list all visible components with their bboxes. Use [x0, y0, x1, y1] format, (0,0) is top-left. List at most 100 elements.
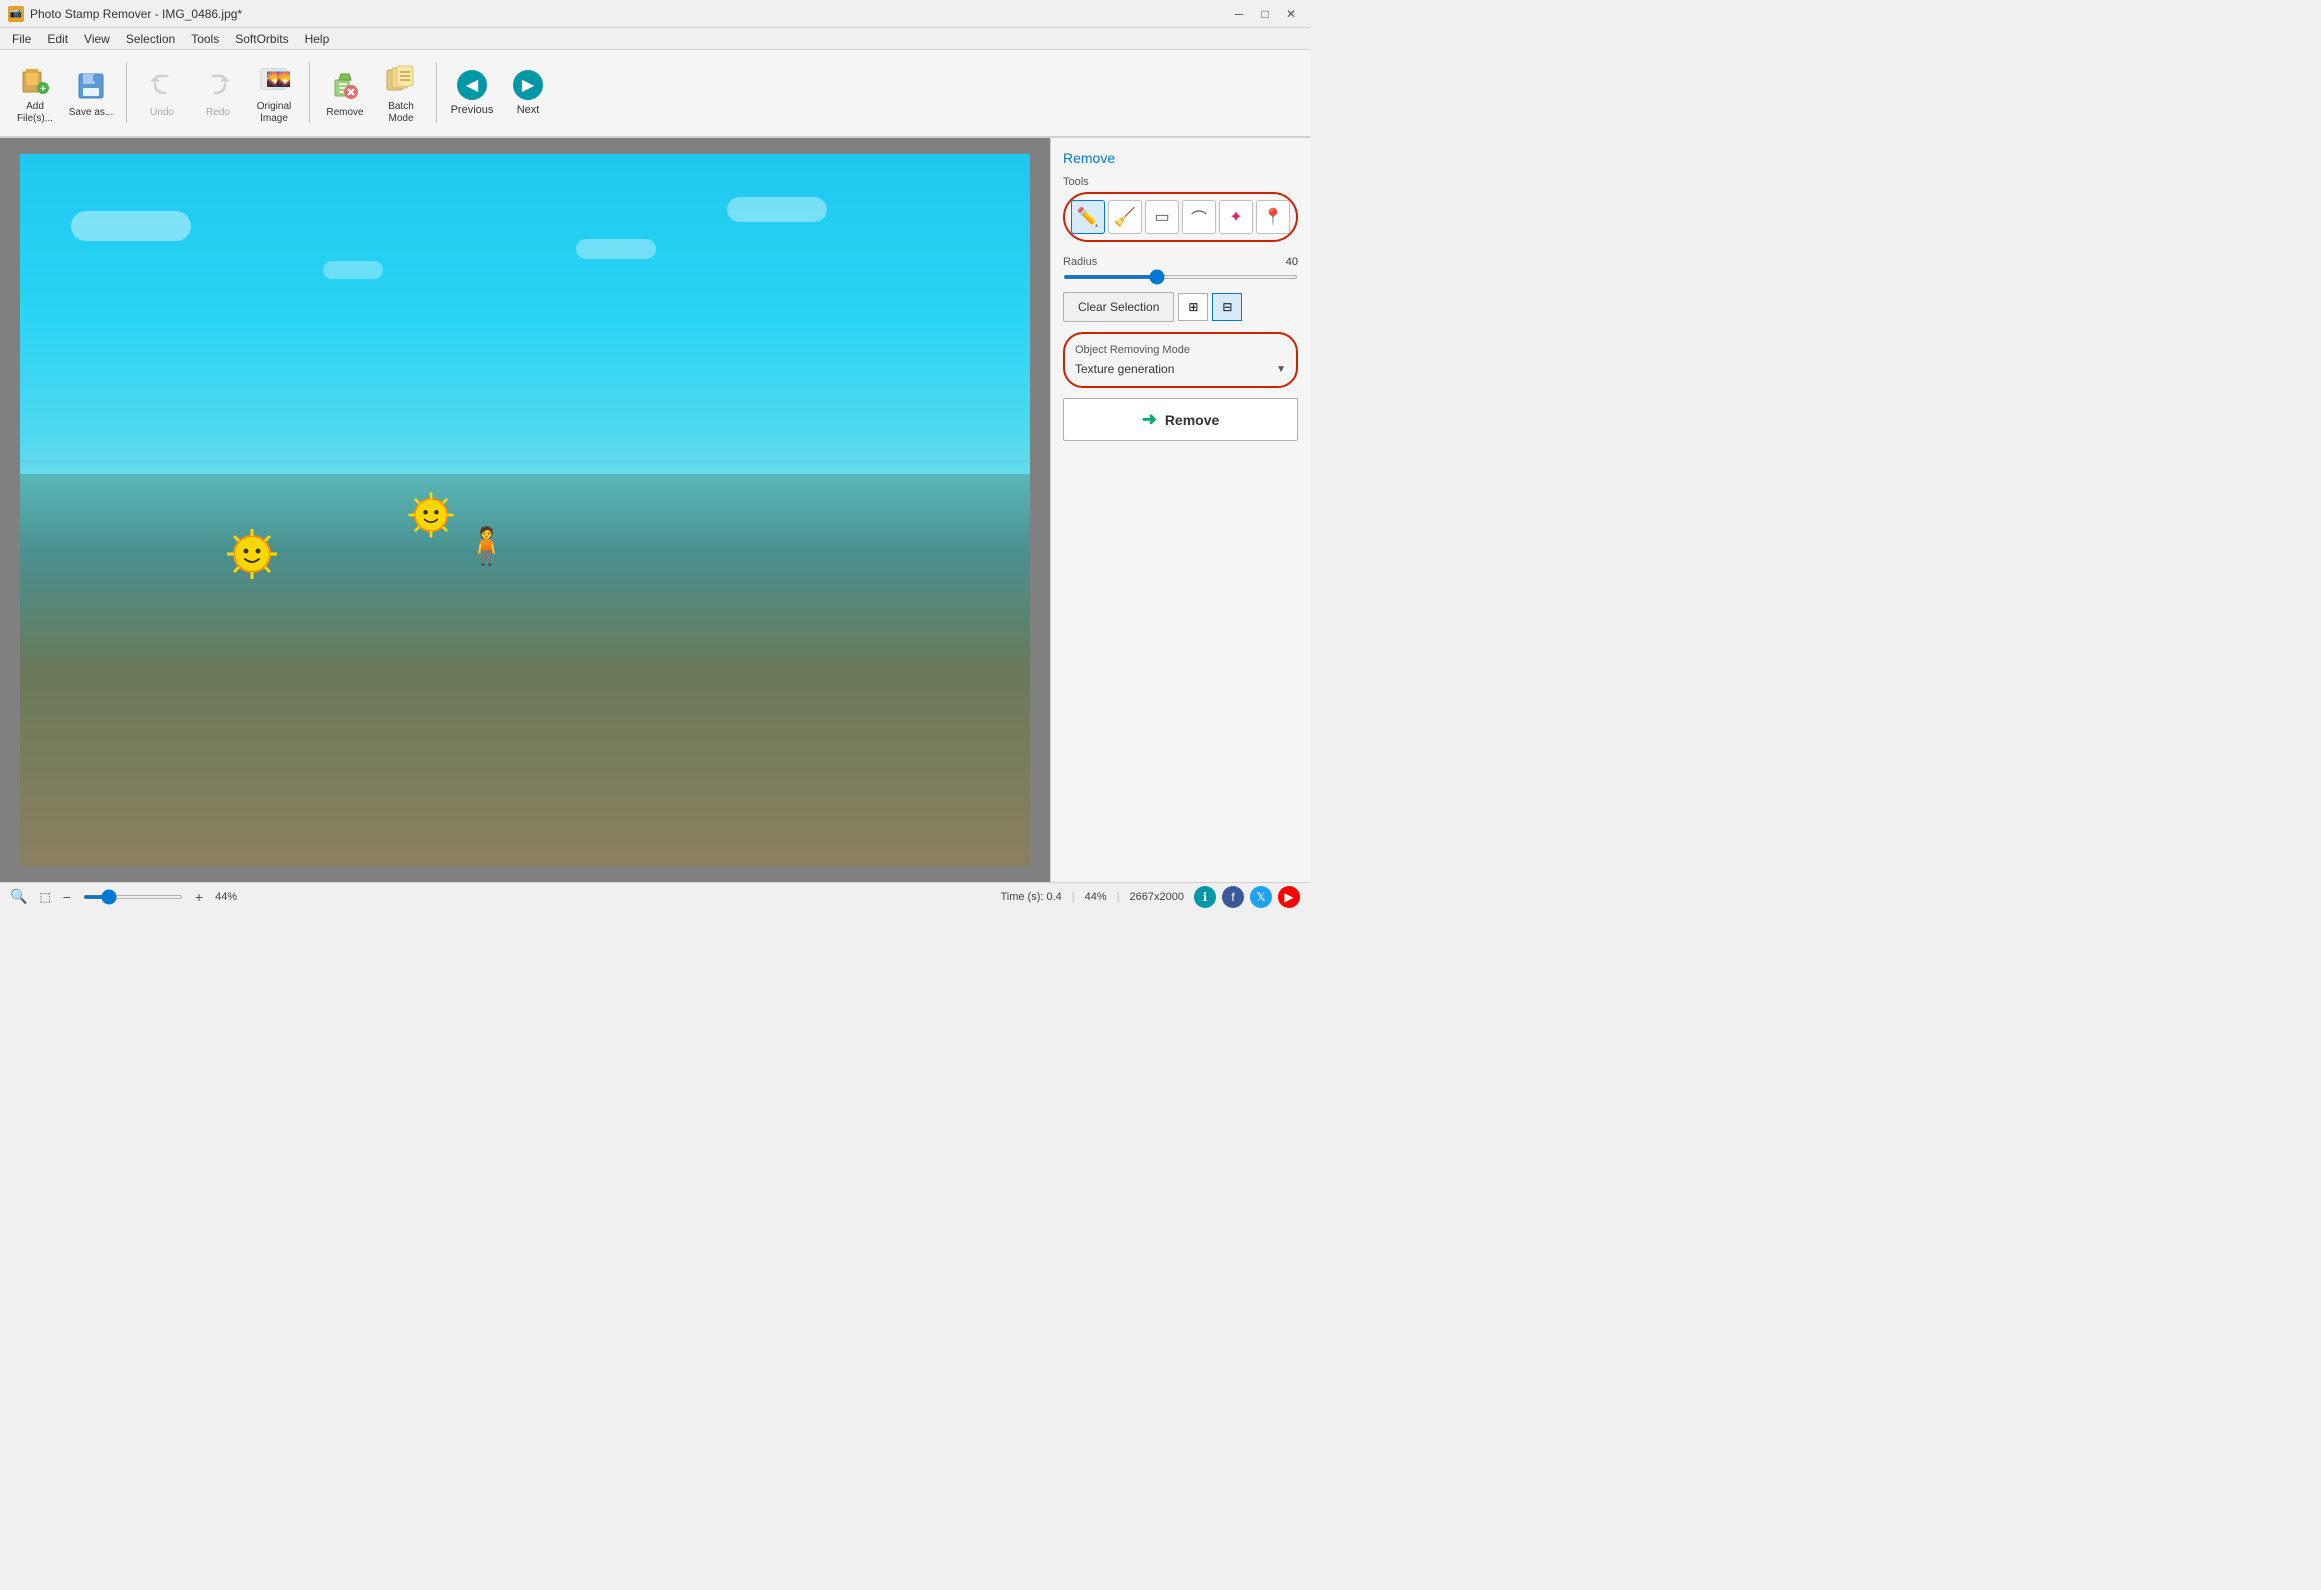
clear-selection-button[interactable]: Clear Selection — [1063, 292, 1174, 322]
save-icon — [73, 68, 109, 104]
menu-file[interactable]: File — [4, 30, 39, 48]
select-shrink-button[interactable]: ⊟ — [1212, 293, 1242, 321]
zoom-slider[interactable] — [83, 895, 183, 899]
redo-icon — [200, 68, 236, 104]
cloud-1 — [71, 211, 191, 241]
panel-title: Remove — [1063, 150, 1298, 166]
original-image-button[interactable]: 🌄 🌄 Original Image — [247, 55, 301, 131]
original-image-icon: 🌄 🌄 — [256, 62, 292, 98]
next-icon: ▶ — [513, 70, 543, 100]
water — [20, 474, 1030, 866]
menu-help[interactable]: Help — [297, 30, 338, 48]
previous-label: Previous — [451, 104, 494, 116]
dimensions-status: 2667x2000 — [1130, 891, 1184, 903]
select-expand-icon: ⊞ — [1188, 300, 1198, 314]
batch-mode-label: Batch Mode — [378, 101, 424, 125]
zoom-minus-button[interactable]: − — [63, 889, 71, 905]
mode-dropdown-arrow[interactable]: ▼ — [1276, 364, 1286, 375]
remove-toolbar-button[interactable]: Remove — [318, 55, 372, 131]
radius-label: Radius — [1063, 256, 1097, 268]
radius-row: Radius 40 — [1063, 256, 1298, 268]
mode-value: Texture generation — [1075, 362, 1272, 376]
previous-button[interactable]: ◀ Previous — [445, 55, 499, 131]
svg-text:+: + — [40, 84, 46, 95]
cloud-3 — [727, 197, 827, 222]
menubar: File Edit View Selection Tools SoftOrbit… — [0, 28, 1310, 50]
magic-wand-tool-button[interactable]: ✦ — [1219, 200, 1253, 234]
pencil-tool-button[interactable]: ✏️ — [1071, 200, 1105, 234]
maximize-button[interactable]: □ — [1254, 5, 1276, 23]
eraser-tool-button[interactable]: 🧹 — [1108, 200, 1142, 234]
remove-button[interactable]: ➜ Remove — [1063, 398, 1298, 441]
canvas-area[interactable]: 🧍 — [0, 138, 1050, 882]
remove-title: Remove — [1063, 150, 1115, 166]
stamp-icon: 📍 — [1263, 207, 1283, 227]
menu-selection[interactable]: Selection — [118, 30, 183, 48]
zoom-plus-button[interactable]: + — [195, 889, 203, 905]
radius-slider[interactable] — [1063, 275, 1298, 279]
lasso-tool-button[interactable]: ⌒ — [1182, 200, 1216, 234]
social-icons: ℹ f 𝕏 ▶ — [1194, 886, 1300, 908]
zoom-status: 44% — [1085, 891, 1107, 903]
rect-select-icon: ▭ — [1154, 207, 1169, 227]
magic-wand-icon: ✦ — [1229, 207, 1242, 227]
statusbar: 🔍 ⬚ − + 44% Time (s): 0.4 | 44% | 2667x2… — [0, 882, 1310, 910]
toolbar-separator-2 — [309, 63, 310, 123]
tools-row: ✏️ 🧹 ▭ ⌒ ✦ 📍 — [1063, 192, 1298, 242]
batch-mode-button[interactable]: Batch Mode — [374, 55, 428, 131]
menu-softorbits[interactable]: SoftOrbits — [227, 30, 296, 48]
menu-tools[interactable]: Tools — [183, 30, 227, 48]
twitter-icon[interactable]: 𝕏 — [1250, 886, 1272, 908]
original-image-label: Original Image — [251, 101, 297, 125]
add-files-icon: + — [17, 62, 53, 98]
cloud-2 — [576, 239, 656, 259]
radius-section: Radius 40 — [1063, 252, 1298, 282]
redo-label: Redo — [206, 107, 230, 119]
selection-tools-row: Clear Selection ⊞ ⊟ — [1063, 292, 1298, 322]
time-status: Time (s): 0.4 — [1000, 891, 1061, 903]
status-right: Time (s): 0.4 | 44% | 2667x2000 ℹ f 𝕏 ▶ — [1000, 886, 1300, 908]
facebook-icon[interactable]: f — [1222, 886, 1244, 908]
select-shrink-icon: ⊟ — [1222, 300, 1232, 314]
horizon — [20, 460, 1030, 463]
toolbar-separator-1 — [126, 63, 127, 123]
remove-arrow-icon: ➜ — [1142, 409, 1157, 430]
titlebar: 📷 Photo Stamp Remover - IMG_0486.jpg* ─ … — [0, 0, 1310, 28]
close-button[interactable]: ✕ — [1280, 5, 1302, 23]
next-label: Next — [517, 104, 540, 116]
minimize-button[interactable]: ─ — [1228, 5, 1250, 23]
select-expand-button[interactable]: ⊞ — [1178, 293, 1208, 321]
redo-button[interactable]: Redo — [191, 55, 245, 131]
pencil-icon: ✏️ — [1077, 207, 1099, 228]
select-icon: ⬚ — [39, 890, 50, 904]
emoji-sun-2 — [404, 488, 458, 553]
mode-section: Object Removing Mode Texture generation … — [1063, 332, 1298, 388]
undo-button[interactable]: Undo — [135, 55, 189, 131]
tools-section: Tools ✏️ 🧹 ▭ ⌒ ✦ 📍 — [1063, 176, 1298, 242]
right-panel: Remove Tools ✏️ 🧹 ▭ ⌒ ✦ — [1050, 138, 1310, 882]
previous-icon: ◀ — [457, 70, 487, 100]
menu-view[interactable]: View — [76, 30, 118, 48]
photo-bg: 🧍 — [20, 154, 1030, 866]
toolbar-separator-3 — [436, 63, 437, 123]
add-files-button[interactable]: + Add File(s)... — [8, 55, 62, 131]
mode-label: Object Removing Mode — [1075, 344, 1286, 356]
radius-value: 40 — [1286, 256, 1298, 268]
save-as-button[interactable]: Save as... — [64, 55, 118, 131]
info-icon[interactable]: ℹ — [1194, 886, 1216, 908]
rect-select-tool-button[interactable]: ▭ — [1145, 200, 1179, 234]
eraser-icon: 🧹 — [1114, 207, 1136, 228]
cloud-4 — [323, 261, 383, 279]
zoom-percent: 44% — [215, 891, 237, 903]
remove-icon — [327, 68, 363, 104]
titlebar-right: ─ □ ✕ — [1228, 5, 1302, 23]
tools-label: Tools — [1063, 176, 1298, 188]
person-paddleboard: 🧍 — [464, 525, 509, 567]
next-button[interactable]: ▶ Next — [501, 55, 555, 131]
menu-edit[interactable]: Edit — [39, 30, 76, 48]
remove-button-label: Remove — [1165, 412, 1219, 428]
youtube-icon[interactable]: ▶ — [1278, 886, 1300, 908]
mode-select-row[interactable]: Texture generation ▼ — [1075, 362, 1286, 376]
lasso-icon: ⌒ — [1191, 205, 1207, 229]
stamp-tool-button[interactable]: 📍 — [1256, 200, 1290, 234]
